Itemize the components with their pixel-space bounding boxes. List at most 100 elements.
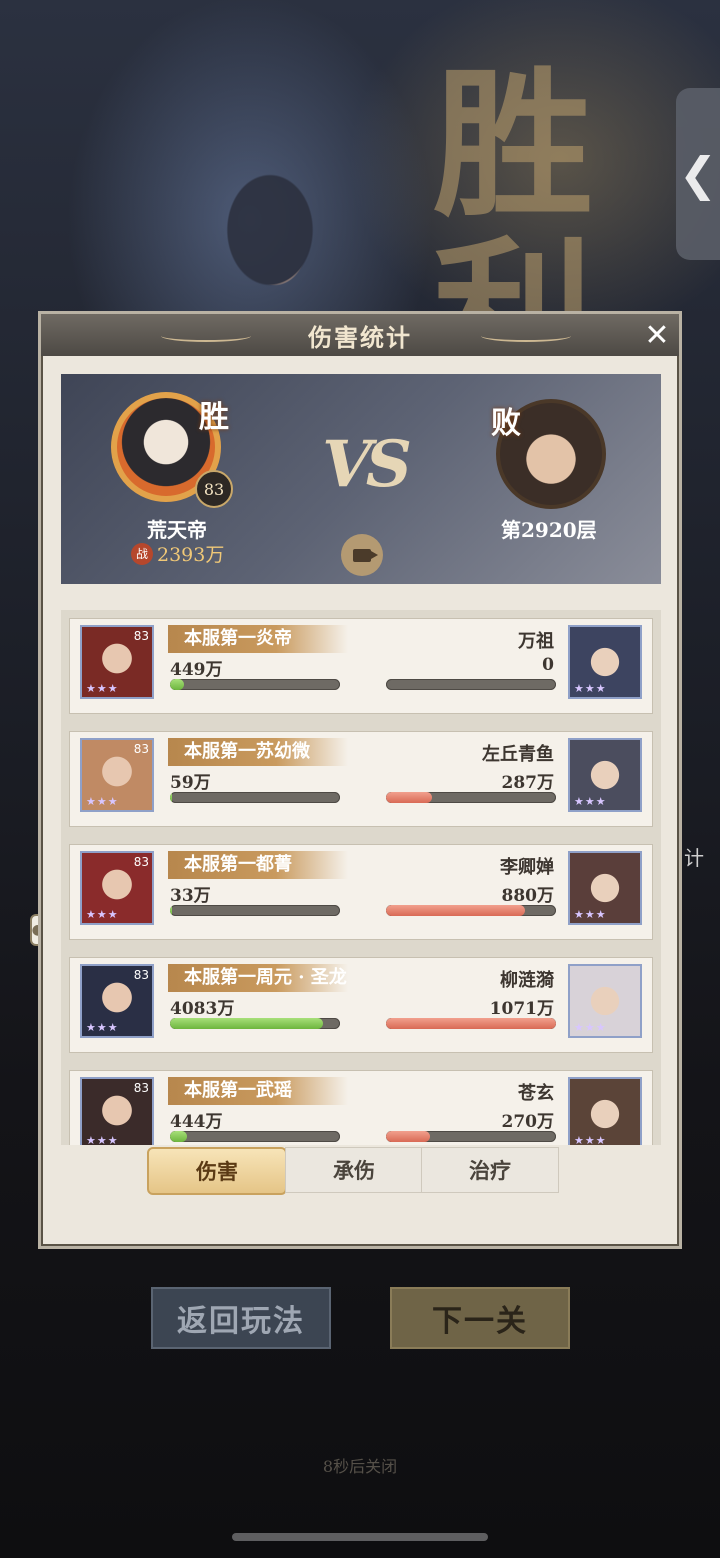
- hero-illustration: [150, 80, 380, 340]
- ally-hero-portrait[interactable]: 83 ★★★: [80, 964, 154, 1038]
- header-ornament-right: [481, 330, 571, 342]
- ally-damage-bar: [170, 792, 340, 803]
- ally-hero-title: 本服第一苏幼微: [168, 738, 348, 766]
- ally-damage-bar: [170, 905, 340, 916]
- ally-hero-portrait[interactable]: 83 ★★★: [80, 738, 154, 812]
- ally-hero-title: 本服第一都菁: [168, 851, 348, 879]
- auto-close-countdown: 8秒后关闭: [322, 1457, 398, 1476]
- vs-emblem: VS: [322, 426, 412, 502]
- return-button[interactable]: 返回玩法: [151, 1287, 331, 1349]
- home-indicator[interactable]: [232, 1533, 488, 1541]
- enemy-hero-name: 左丘青鱼: [482, 744, 554, 765]
- winner-power-value: 2393万: [157, 544, 225, 566]
- ally-damage-bar: [170, 1131, 340, 1142]
- power-icon: 战: [131, 542, 153, 565]
- versus-banner: 胜 83 荒天帝 战 2393万 VS 败 第2920层: [61, 374, 661, 584]
- enemy-damage-fill: [386, 792, 432, 803]
- winner-result-label: 胜: [199, 400, 229, 435]
- header-ornament-left: [161, 330, 251, 342]
- star-rating-icon: ★★★: [574, 1021, 607, 1034]
- next-level-button[interactable]: 下一关: [390, 1287, 570, 1349]
- enemy-hero-name: 万祖: [518, 631, 554, 652]
- enemy-hero-portrait[interactable]: ★★★: [568, 625, 642, 699]
- winner-name: 荒天帝: [147, 518, 207, 542]
- ally-hero-title: 本服第一周元 · 圣龙: [168, 964, 348, 992]
- ally-hero-portrait[interactable]: 83 ★★★: [80, 625, 154, 699]
- ally-damage-value: 444万: [170, 1112, 223, 1132]
- enemy-hero-portrait[interactable]: ★★★: [568, 738, 642, 812]
- enemy-damage-value: 270万: [501, 1112, 555, 1132]
- modal-header: 伤害统计 ✕: [41, 314, 679, 356]
- damage-row: 83 ★★★ 本服第一炎帝 449万 万祖 0 ★★★: [69, 618, 653, 714]
- star-rating-icon: ★★★: [86, 795, 119, 808]
- enemy-damage-bar: [386, 792, 556, 803]
- ally-damage-fill: [170, 792, 172, 803]
- enemy-hero-portrait[interactable]: ★★★: [568, 1077, 642, 1145]
- damage-list[interactable]: 83 ★★★ 本服第一炎帝 449万 万祖 0 ★★★ 83 ★★★ 本服第一苏…: [61, 610, 661, 1145]
- close-button[interactable]: ✕: [641, 317, 673, 353]
- enemy-damage-bar: [386, 1131, 556, 1142]
- ally-hero-portrait[interactable]: 83 ★★★: [80, 1077, 154, 1145]
- damage-row: 83 ★★★ 本服第一都菁 33万 李卿婵 880万 ★★★: [69, 844, 653, 940]
- ally-hero-title: 本服第一炎帝: [168, 625, 348, 653]
- ally-damage-fill: [170, 1018, 323, 1029]
- damage-row: 83 ★★★ 本服第一武瑶 444万 苍玄 270万 ★★★: [69, 1070, 653, 1145]
- star-rating-icon: ★★★: [86, 1021, 119, 1034]
- enemy-hero-portrait[interactable]: ★★★: [568, 851, 642, 925]
- ally-damage-value: 59万: [170, 773, 211, 793]
- ally-hero-level: 83: [133, 742, 149, 756]
- ally-hero-level: 83: [133, 1081, 149, 1095]
- tab-1[interactable]: 承伤: [285, 1147, 423, 1193]
- star-rating-icon: ★★★: [574, 795, 607, 808]
- side-panel-toggle[interactable]: ❮: [676, 88, 720, 260]
- enemy-damage-value: 1071万: [489, 999, 554, 1019]
- star-rating-icon: ★★★: [574, 682, 607, 695]
- star-rating-icon: ★★★: [574, 1134, 607, 1145]
- enemy-hero-portrait[interactable]: ★★★: [568, 964, 642, 1038]
- enemy-hero-name: 苍玄: [518, 1083, 554, 1104]
- star-rating-icon: ★★★: [86, 1134, 119, 1145]
- ally-hero-level: 83: [133, 855, 149, 869]
- enemy-hero-name: 李卿婵: [500, 857, 554, 878]
- stat-tabs: 伤害 承伤 治疗: [147, 1147, 571, 1195]
- ally-damage-value: 33万: [170, 886, 211, 906]
- modal-title: 伤害统计: [308, 322, 412, 352]
- camera-icon: [353, 548, 378, 562]
- damage-stats-modal: 伤害统计 ✕ 胜 83 荒天帝 战 2393万 VS 败 第2920层 83 ★…: [38, 311, 682, 1249]
- ally-damage-fill: [170, 905, 172, 916]
- enemy-damage-fill: [386, 1131, 431, 1142]
- loser-result-label: 败: [491, 406, 521, 441]
- ally-hero-level: 83: [133, 968, 149, 982]
- ally-damage-fill: [170, 679, 184, 690]
- enemy-damage-bar: [386, 905, 556, 916]
- enemy-damage-bar: [386, 679, 556, 690]
- star-rating-icon: ★★★: [574, 908, 607, 921]
- ally-damage-fill: [170, 1131, 187, 1142]
- enemy-damage-bar: [386, 1018, 556, 1029]
- side-stat-label: 计: [684, 846, 704, 870]
- star-rating-icon: ★★★: [86, 682, 119, 695]
- damage-row: 83 ★★★ 本服第一苏幼微 59万 左丘青鱼 287万 ★★★: [69, 731, 653, 827]
- chevron-left-icon: ❮: [678, 147, 718, 201]
- ally-damage-bar: [170, 1018, 340, 1029]
- ally-hero-portrait[interactable]: 83 ★★★: [80, 851, 154, 925]
- winner-power: 战 2393万: [131, 540, 224, 567]
- tab-0[interactable]: 伤害: [147, 1147, 287, 1195]
- tab-2[interactable]: 治疗: [421, 1147, 559, 1193]
- close-icon: ✕: [644, 317, 670, 353]
- damage-row: 83 ★★★ 本服第一周元 · 圣龙 4083万 柳涟漪 1071万 ★★★: [69, 957, 653, 1053]
- ally-hero-title: 本服第一武瑶: [168, 1077, 348, 1105]
- ally-damage-value: 449万: [170, 660, 223, 680]
- winner-level-badge: 83: [195, 470, 233, 508]
- enemy-damage-value: 880万: [501, 886, 555, 906]
- enemy-hero-name: 柳涟漪: [500, 970, 554, 991]
- star-rating-icon: ★★★: [86, 908, 119, 921]
- loser-name: 第2920层: [501, 518, 597, 542]
- ally-damage-bar: [170, 679, 340, 690]
- ally-hero-level: 83: [133, 629, 149, 643]
- replay-button[interactable]: [341, 534, 383, 576]
- enemy-damage-fill: [386, 905, 526, 916]
- enemy-damage-value: 287万: [501, 773, 555, 793]
- enemy-damage-fill: [386, 1018, 556, 1029]
- ally-damage-value: 4083万: [170, 999, 235, 1019]
